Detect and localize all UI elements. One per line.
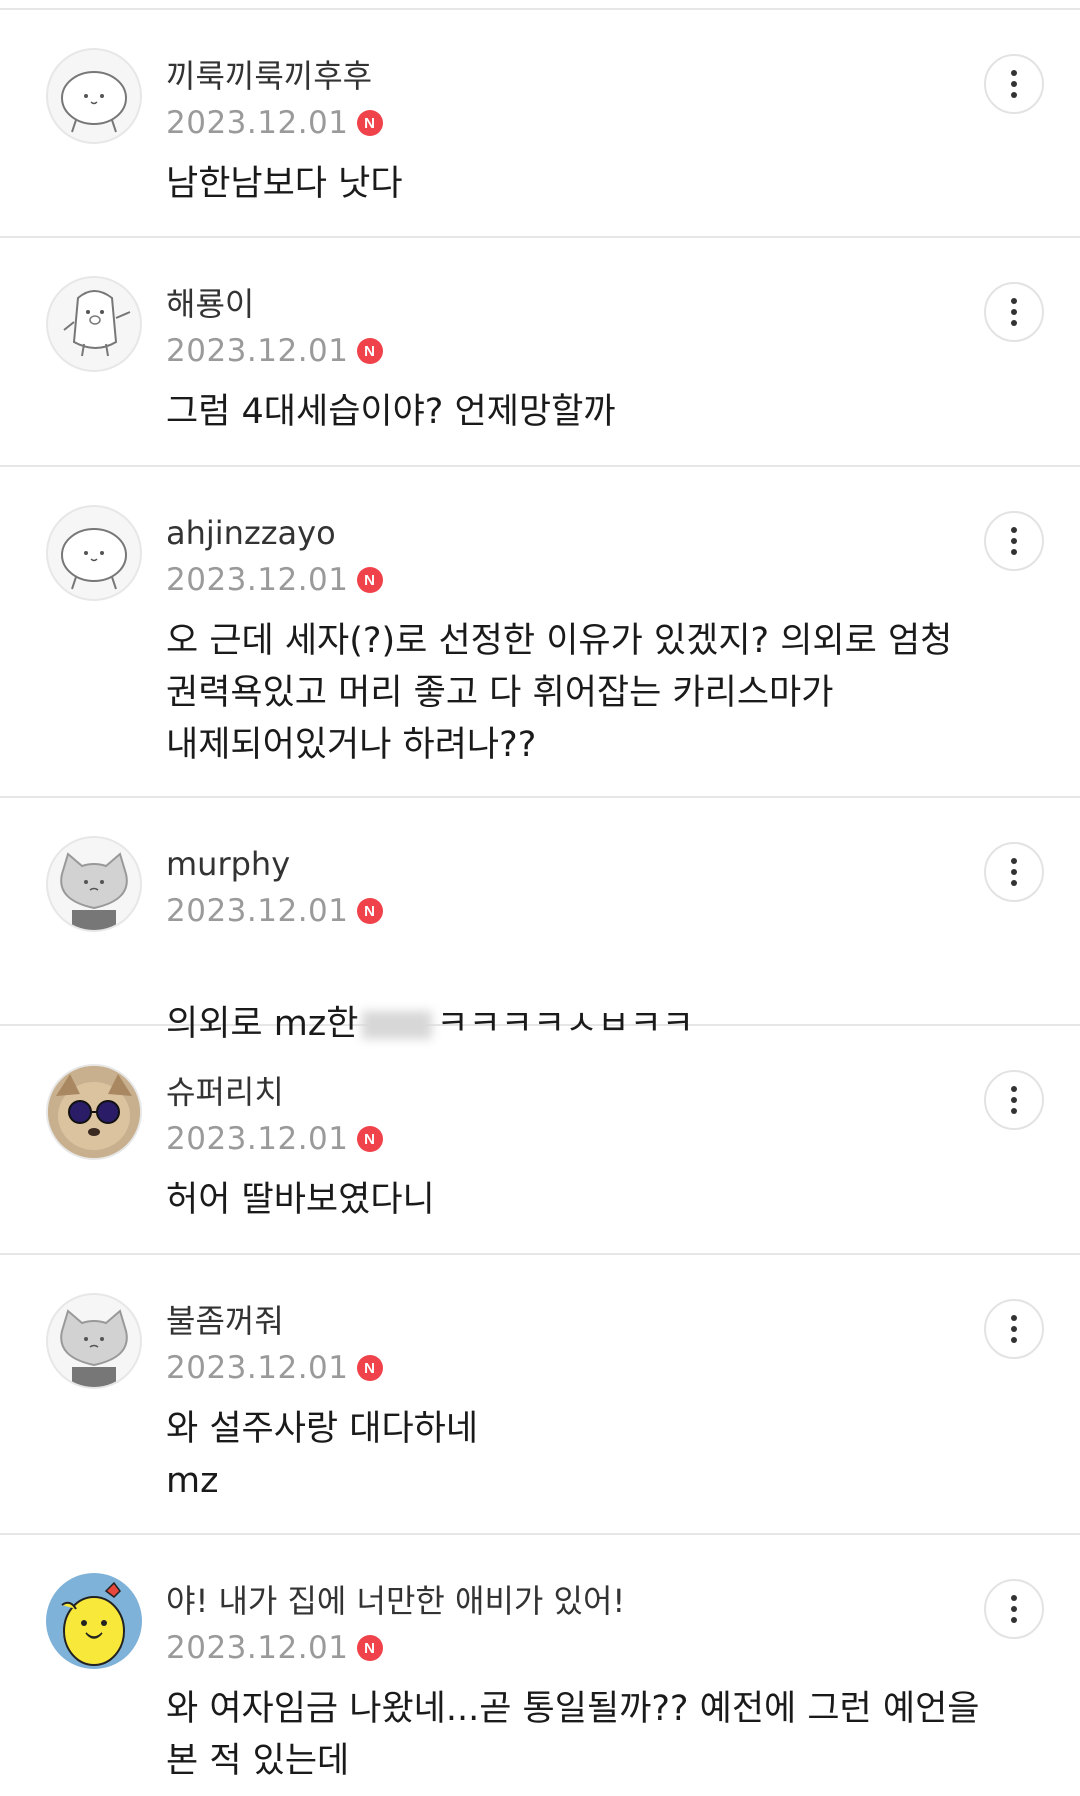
dot (1011, 527, 1017, 533)
new-badge: N (356, 1126, 383, 1152)
comment-date: 2023.12.01 (166, 562, 349, 598)
dot (1011, 858, 1017, 864)
comment-text: 오 근데 세자(?)로 선정한 이유가 있겠지? 의외로 엄청 권력욕있고 머리… (166, 621, 953, 765)
dot (1011, 309, 1017, 315)
more-options-button[interactable] (984, 511, 1044, 571)
comment-item: murphy 2023.12.01 N 의외로 mz한 ㅋㅋㅋㅋㅅㅂㅋㅋ (0, 798, 1080, 1044)
nickname[interactable]: 야! 내가 집에 너만한 애비가 있어! (166, 1581, 625, 1621)
dot (1011, 1617, 1017, 1623)
more-options-button[interactable] (984, 282, 1044, 342)
new-badge: N (356, 338, 383, 364)
default-face-icon (61, 528, 127, 590)
new-badge: N (356, 1635, 383, 1661)
comment-item: 끼룩끼룩끼후후 2023.12.01 N 남한남보다 낫다 (0, 10, 1080, 238)
avatar[interactable] (46, 276, 142, 372)
yellow-chick-icon (48, 1575, 140, 1667)
comment-text: 그럼 4대세습이야? 언제망할까 (166, 392, 616, 432)
avatar[interactable] (46, 1064, 142, 1160)
more-options-button[interactable] (984, 54, 1044, 114)
comment-date: 2023.12.01 (166, 1121, 349, 1157)
grey-cat-icon (60, 852, 128, 930)
more-options-button[interactable] (984, 1299, 1044, 1359)
comment-date: 2023.12.01 (166, 893, 349, 929)
dot (1011, 869, 1017, 875)
dot (1011, 1326, 1017, 1332)
dot (1011, 1097, 1017, 1103)
dot (1011, 1086, 1017, 1092)
avatar[interactable] (46, 836, 142, 932)
comment-text: 와 설주사랑 대다하네 mz (166, 1409, 479, 1501)
nickname[interactable]: 해룡이 (166, 284, 383, 324)
comment-item: 해룡이 2023.12.01 N 그럼 4대세습이야? 언제망할까 (0, 238, 1080, 467)
comment-item: 야! 내가 집에 너만한 애비가 있어! 2023.12.01 N 와 여자임금… (0, 1535, 1080, 1795)
dot (1011, 92, 1017, 98)
new-badge: N (356, 567, 383, 593)
nickname[interactable]: murphy (166, 844, 383, 884)
comment-date: 2023.12.01 (166, 333, 349, 369)
comment-text: 와 여자임금 나왔네...곧 통일될까?? 예전에 그런 예언을 본 적 있는데 (166, 1689, 980, 1781)
more-options-button[interactable] (984, 842, 1044, 902)
more-options-button[interactable] (984, 1579, 1044, 1639)
nickname[interactable]: 슈퍼리치 (166, 1072, 383, 1112)
avatar[interactable] (46, 505, 142, 601)
comment-item: 슈퍼리치 2023.12.01 N 허어 딸바보였다니 (0, 1026, 1080, 1255)
dot (1011, 880, 1017, 886)
comment-date: 2023.12.01 (166, 1630, 349, 1666)
nickname[interactable]: 불좀꺼줘 (166, 1301, 383, 1341)
dot (1011, 1606, 1017, 1612)
avatar[interactable] (46, 1293, 142, 1389)
new-badge: N (356, 1355, 383, 1381)
new-badge: N (356, 898, 383, 924)
comment-date: 2023.12.01 (166, 105, 349, 141)
comment-text: 허어 딸바보였다니 (166, 1180, 435, 1220)
dot (1011, 1337, 1017, 1343)
comment-date: 2023.12.01 (166, 1350, 349, 1386)
dot (1011, 538, 1017, 544)
dog-sunglasses-icon (48, 1066, 140, 1158)
comment-item: ahjinzzayo 2023.12.01 N 오 근데 세자(?)로 선정한 … (0, 467, 1080, 798)
comment-item: 불좀꺼줘 2023.12.01 N 와 설주사랑 대다하네 mz (0, 1255, 1080, 1535)
comment-text: 남한남보다 낫다 (166, 164, 403, 204)
dot (1011, 1108, 1017, 1114)
avatar[interactable] (46, 1573, 142, 1669)
dot (1011, 81, 1017, 87)
avatar[interactable] (46, 48, 142, 144)
default-face-icon (61, 71, 127, 133)
new-badge: N (356, 110, 383, 136)
grey-cat-icon (60, 1309, 128, 1387)
dot (1011, 298, 1017, 304)
nickname[interactable]: 끼룩끼룩끼후후 (166, 56, 383, 96)
dot (1011, 70, 1017, 76)
comment-list: 끼룩끼룩끼후후 2023.12.01 N 남한남보다 낫다 해룡이 2023.1… (0, 0, 1080, 1795)
dot (1011, 549, 1017, 555)
divider (0, 0, 1080, 10)
waving-character-icon (63, 290, 131, 357)
dot (1011, 320, 1017, 326)
nickname[interactable]: ahjinzzayo (166, 513, 383, 553)
dot (1011, 1595, 1017, 1601)
dot (1011, 1315, 1017, 1321)
more-options-button[interactable] (984, 1070, 1044, 1130)
